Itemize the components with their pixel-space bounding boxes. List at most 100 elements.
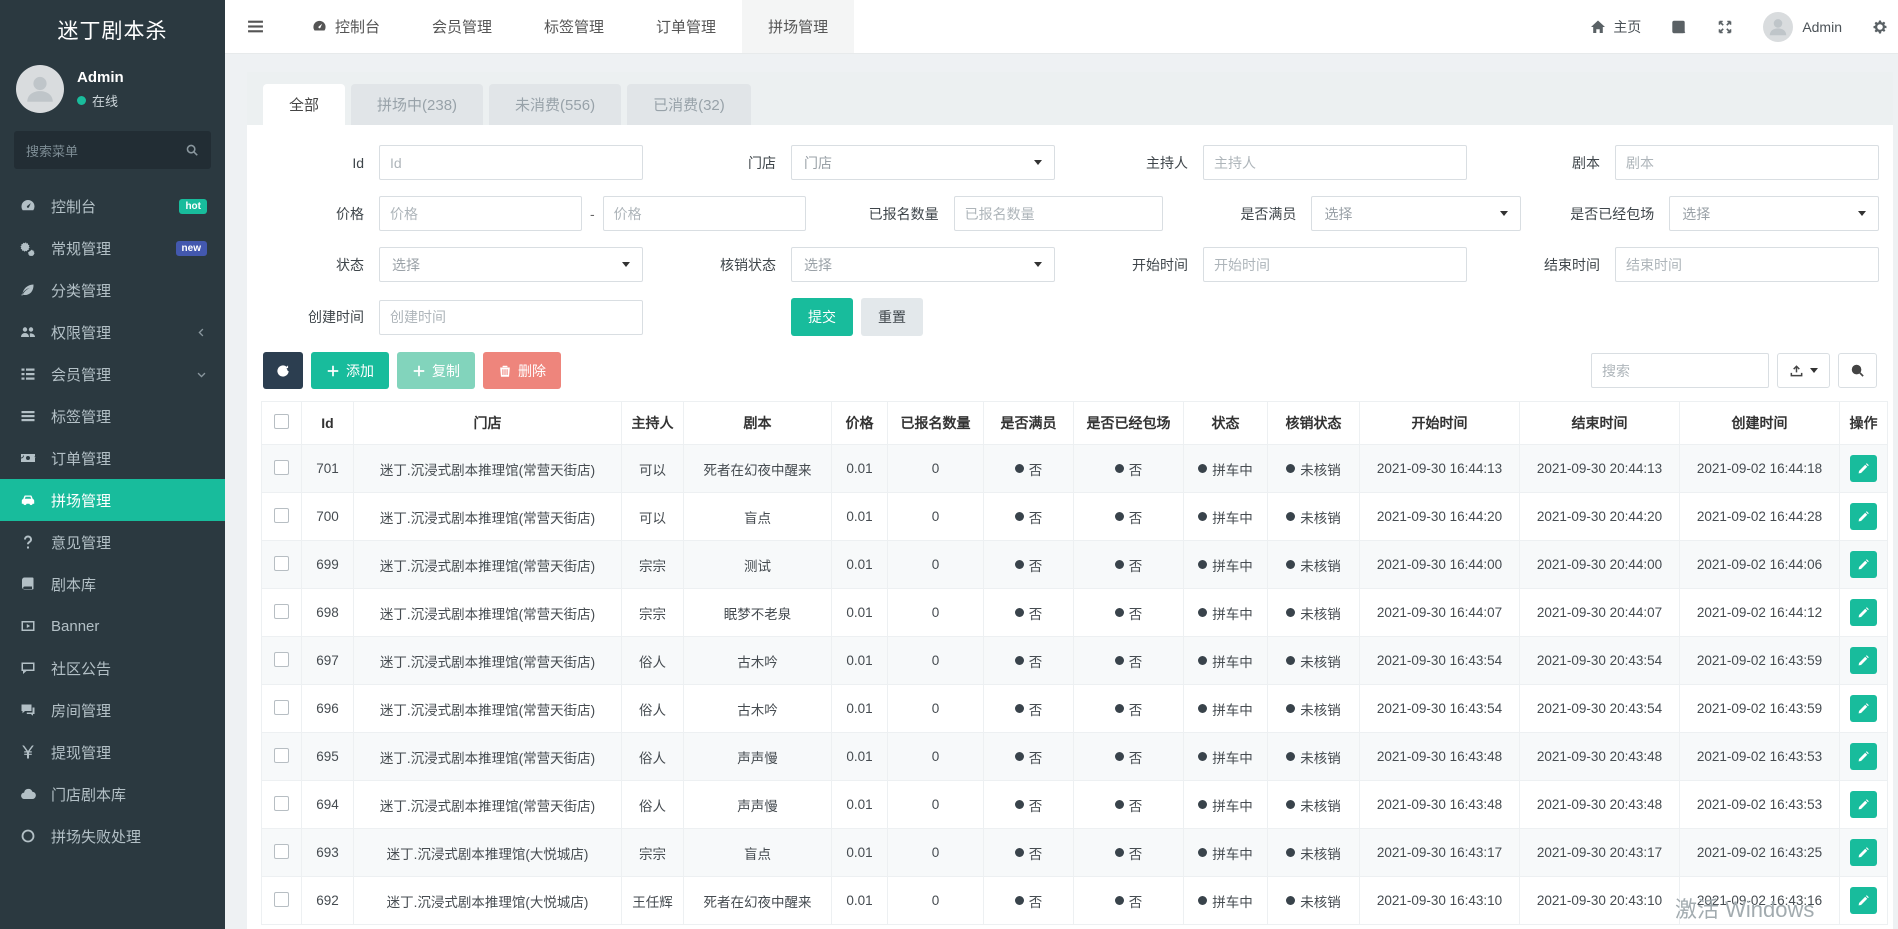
filter-tab[interactable]: 未消费(556)	[489, 84, 621, 125]
filter-tab[interactable]: 全部	[263, 84, 345, 125]
filter-input-开始时间[interactable]	[1203, 247, 1467, 282]
copy-button[interactable]: 复制	[397, 352, 475, 389]
user-menu[interactable]: Admin	[1763, 12, 1842, 42]
home-link[interactable]: 主页	[1590, 17, 1641, 37]
edit-row-button[interactable]	[1850, 503, 1877, 530]
column-header: 已报名数量	[888, 402, 984, 445]
search-button[interactable]	[1838, 353, 1877, 388]
row-checkbox[interactable]	[274, 508, 289, 523]
sidebar-item-bars[interactable]: 标签管理	[0, 395, 225, 437]
edit-row-button[interactable]	[1850, 791, 1877, 818]
sidebar-search-placeholder: 搜索菜单	[26, 141, 185, 160]
table-search-input[interactable]	[1591, 353, 1769, 388]
sidebar-item-book[interactable]: 剧本库	[0, 563, 225, 605]
edit-row-button[interactable]	[1850, 647, 1877, 674]
filter-input-创建时间[interactable]	[379, 300, 643, 335]
pencil-icon	[1857, 510, 1870, 523]
sidebar-item-cloud[interactable]: 门店剧本库	[0, 773, 225, 815]
row-checkbox[interactable]	[274, 796, 289, 811]
sidebar-item-list[interactable]: 会员管理	[0, 353, 225, 395]
settings-button[interactable]	[1872, 19, 1888, 35]
row-checkbox[interactable]	[274, 892, 289, 907]
status-dot-icon	[1015, 848, 1024, 857]
avatar[interactable]	[16, 65, 64, 113]
reset-button[interactable]: 重置	[861, 298, 923, 336]
sidebar-search[interactable]: 搜索菜单	[14, 131, 211, 169]
sidebar-item-leaf[interactable]: 分类管理	[0, 269, 225, 311]
sidebar-item-label: 房间管理	[51, 700, 111, 721]
sidebar-item-car[interactable]: 拼场管理	[0, 479, 225, 521]
column-header: 创建时间	[1680, 402, 1840, 445]
sidebar-item-circle[interactable]: 拼场失败处理	[0, 815, 225, 857]
filter-input-Id[interactable]	[379, 145, 643, 180]
filter-input-主持人[interactable]	[1203, 145, 1467, 180]
export-button[interactable]	[1777, 353, 1830, 388]
sidebar-item-question[interactable]: 意见管理	[0, 521, 225, 563]
chevron-left-icon	[196, 327, 207, 338]
row-checkbox[interactable]	[274, 556, 289, 571]
filter-select-状态[interactable]: 选择	[379, 247, 643, 282]
field-label: 价格	[261, 204, 379, 224]
nav-tab-标签管理[interactable]: 标签管理	[518, 0, 630, 53]
nav-tab-拼场管理[interactable]: 拼场管理	[742, 0, 854, 53]
edit-row-button[interactable]	[1850, 599, 1877, 626]
filter-select-门店[interactable]: 门店	[791, 145, 1055, 180]
filter-tab[interactable]: 已消费(32)	[627, 84, 751, 125]
sidebar-item-dashboard[interactable]: 控制台hot	[0, 185, 225, 227]
nav-tab-订单管理[interactable]: 订单管理	[630, 0, 742, 53]
delete-button[interactable]: 删除	[483, 352, 561, 389]
edit-row-button[interactable]	[1850, 695, 1877, 722]
sidebar-item-video[interactable]: Banner	[0, 605, 225, 647]
filter-input-剧本[interactable]	[1615, 145, 1879, 180]
cell-price: 0.01	[832, 589, 888, 637]
filter-select-核销状态[interactable]: 选择	[791, 247, 1055, 282]
filter-tab[interactable]: 拼场中(238)	[351, 84, 483, 125]
cell-status: 拼车中	[1184, 589, 1268, 637]
row-checkbox[interactable]	[274, 652, 289, 667]
row-checkbox[interactable]	[274, 748, 289, 763]
filter-input-价格-min[interactable]	[379, 196, 582, 231]
row-checkbox[interactable]	[274, 700, 289, 715]
cell-actions	[1840, 637, 1888, 685]
field-label: 是否满员	[1193, 204, 1311, 224]
submit-button[interactable]: 提交	[791, 298, 853, 336]
sidebar-item-comment[interactable]: 社区公告	[0, 647, 225, 689]
caret-down-icon	[1034, 160, 1042, 165]
filter-select-是否满员[interactable]: 选择	[1311, 196, 1521, 231]
edit-row-button[interactable]	[1850, 887, 1877, 914]
select-all-checkbox[interactable]	[274, 414, 289, 429]
menu-toggle-button[interactable]	[225, 0, 286, 53]
cell-host: 俗人	[622, 685, 684, 733]
status-text: 未核销	[1300, 459, 1341, 479]
filter-input-价格-max[interactable]	[603, 196, 806, 231]
refresh-button[interactable]	[263, 352, 303, 389]
nav-tab-控制台[interactable]: 控制台	[286, 0, 406, 53]
row-checkbox[interactable]	[274, 460, 289, 475]
sidebar-item-gears[interactable]: 常规管理new	[0, 227, 225, 269]
add-button[interactable]: 添加	[311, 352, 389, 389]
language-button[interactable]	[1671, 19, 1687, 35]
fullscreen-button[interactable]	[1717, 19, 1733, 35]
edit-row-button[interactable]	[1850, 551, 1877, 578]
search-icon	[1850, 363, 1865, 378]
status-text: 未核销	[1300, 507, 1341, 527]
edit-row-button[interactable]	[1850, 455, 1877, 482]
sidebar-item-money[interactable]: 订单管理	[0, 437, 225, 479]
filter-select-是否已经包场[interactable]: 选择	[1669, 196, 1879, 231]
row-checkbox-cell	[262, 445, 302, 493]
edit-row-button[interactable]	[1850, 743, 1877, 770]
status-text: 否	[1129, 651, 1143, 671]
sidebar-item-yen[interactable]: 提现管理	[0, 731, 225, 773]
row-checkbox[interactable]	[274, 604, 289, 619]
filter-input-结束时间[interactable]	[1615, 247, 1879, 282]
status-dot-icon	[1198, 464, 1207, 473]
nav-tab-会员管理[interactable]: 会员管理	[406, 0, 518, 53]
book-icon	[20, 576, 36, 592]
row-checkbox[interactable]	[274, 844, 289, 859]
sidebar-item-comments[interactable]: 房间管理	[0, 689, 225, 731]
edit-row-button[interactable]	[1850, 839, 1877, 866]
cell-count: 0	[888, 685, 984, 733]
filter-input-已报名数量[interactable]	[954, 196, 1164, 231]
pencil-icon	[1857, 558, 1870, 571]
sidebar-item-users[interactable]: 权限管理	[0, 311, 225, 353]
